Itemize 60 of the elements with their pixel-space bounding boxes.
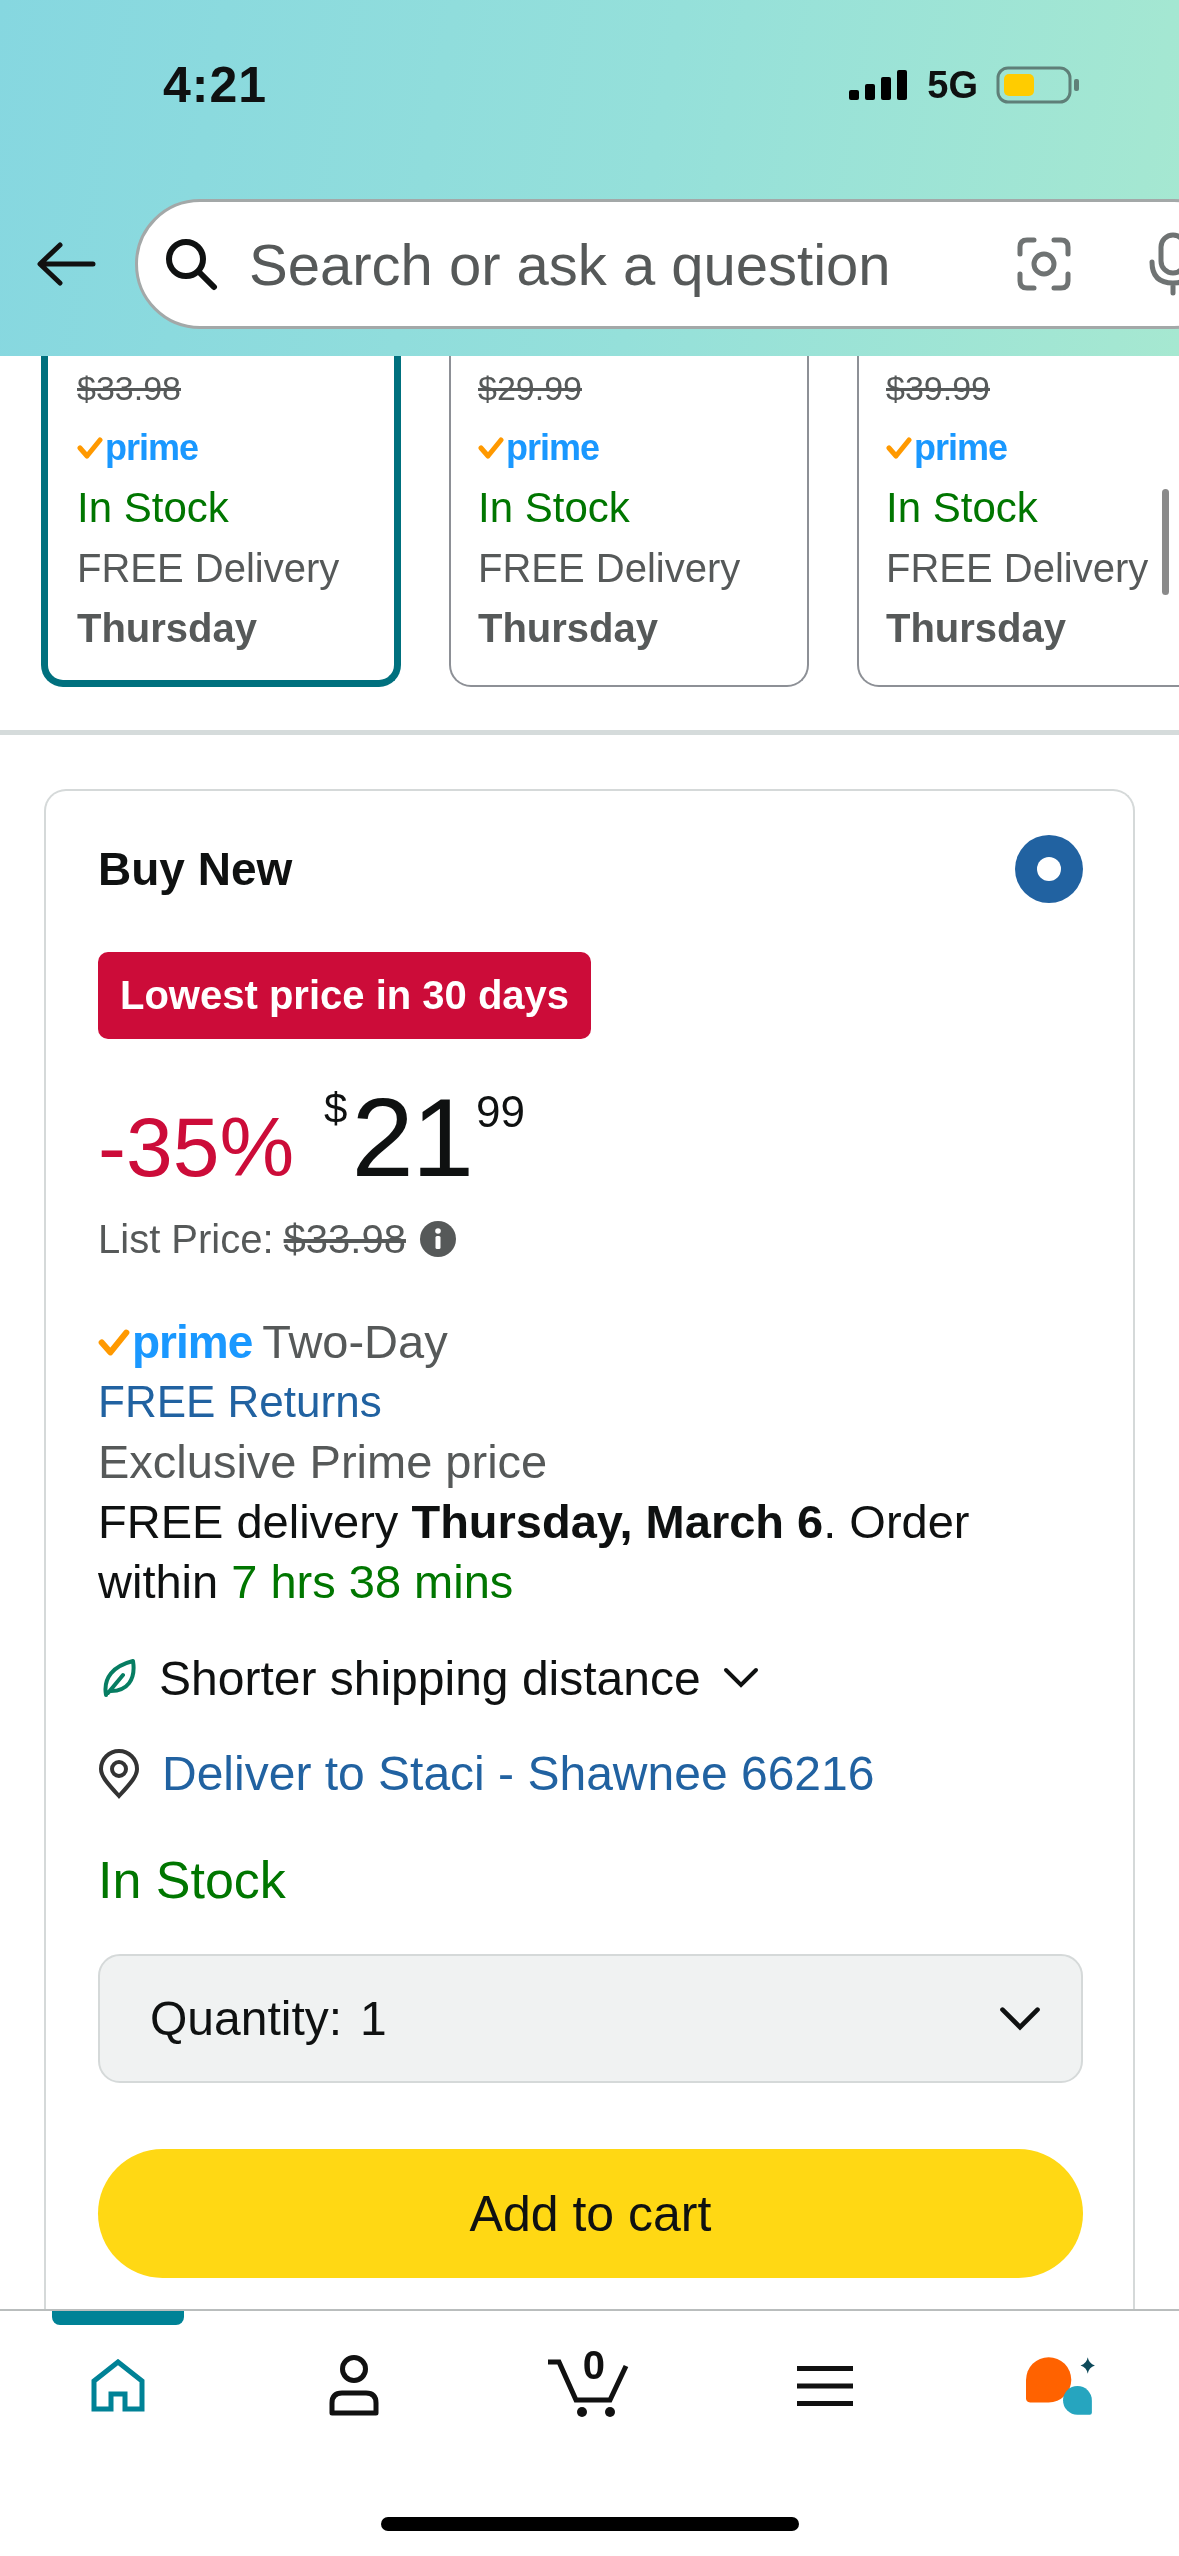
delivery-day: Thursday	[77, 598, 258, 658]
info-icon[interactable]	[419, 1221, 456, 1257]
prime-label: prime	[506, 427, 600, 469]
network-label: 5G	[927, 63, 978, 107]
variant-card[interactable]: $33.98 prime In Stock FREE Delivery Thursday	[41, 356, 401, 687]
returns-link[interactable]: FREE Returns	[98, 1372, 382, 1432]
shipping-speed: Two-Day	[262, 1316, 448, 1368]
offer-title: Buy New	[98, 842, 293, 896]
radio-button[interactable]	[1015, 835, 1083, 903]
search-icon	[164, 237, 218, 291]
deliver-to-link[interactable]: Deliver to Staci - Shawnee 66216	[162, 1744, 875, 1804]
delivery-label: FREE Delivery	[886, 545, 1149, 592]
chevron-down-icon	[999, 2005, 1041, 2032]
location-pin-icon	[98, 1749, 140, 1799]
check-icon	[886, 437, 912, 459]
cart-tab[interactable]: 0	[519, 2311, 660, 2436]
variant-card[interactable]: $29.99 prime In Stock FREE Delivery Thursday	[449, 356, 809, 687]
list-price: $33.98	[77, 368, 181, 409]
signal-icon	[849, 70, 910, 100]
prime-label: prime	[132, 1316, 253, 1368]
stock-status: In Stock	[478, 483, 630, 533]
variant-card[interactable]: $39.99 prime In Stock FREE Delivery Thursday	[857, 356, 1179, 687]
chevron-down-icon	[722, 1667, 759, 1689]
check-icon	[478, 437, 504, 459]
stock-status: In Stock	[98, 1850, 286, 1911]
cart-count: 0	[582, 2345, 606, 2385]
house-icon	[89, 2359, 146, 2413]
stock-status: In Stock	[77, 483, 229, 533]
add-to-cart-button[interactable]: Add to cart	[98, 2149, 1083, 2278]
search-bar[interactable]: Search or ask a question	[135, 199, 1179, 329]
list-price: $29.99	[478, 368, 582, 409]
price-whole: 21	[351, 1078, 473, 1198]
chat-bubbles-icon	[1025, 2356, 1098, 2416]
delivery-message: FREE delivery Thursday, March 6. Order within 7 hrs 38 mins	[98, 1494, 971, 1610]
list-price-label: List Price:	[98, 1216, 274, 1262]
leaf-icon	[101, 1658, 137, 1698]
delivery-day: Thursday	[478, 598, 659, 658]
prime-label: prime	[914, 427, 1008, 469]
deal-badge: Lowest price in 30 days	[98, 952, 592, 1039]
search-input[interactable]: Search or ask a question	[249, 224, 1002, 304]
stock-status: In Stock	[886, 483, 1038, 533]
back-arrow-icon[interactable]	[36, 242, 96, 286]
menu-icon	[797, 2364, 854, 2408]
camera-icon[interactable]	[1016, 236, 1072, 292]
check-icon	[77, 437, 103, 459]
list-price: $33.98	[283, 1216, 406, 1262]
delivery-day: Thursday	[886, 598, 1067, 658]
check-icon	[98, 1328, 130, 1356]
price-fraction: 99	[476, 1090, 525, 1134]
delivery-label: FREE Delivery	[478, 545, 741, 592]
discount-percent: -35%	[98, 1099, 295, 1196]
status-time: 4:21	[163, 56, 268, 114]
delivery-label: FREE Delivery	[77, 545, 340, 592]
prime-price-note: Exclusive Prime price	[98, 1434, 548, 1490]
currency-symbol: $	[324, 1088, 348, 1130]
quantity-dropdown[interactable]: Quantity: 1	[98, 1954, 1083, 2083]
list-price: $39.99	[886, 368, 990, 409]
shipping-distance-toggle[interactable]: Shorter shipping distance	[98, 1648, 759, 1708]
prime-label: prime	[105, 427, 199, 469]
battery-icon	[996, 66, 1080, 104]
